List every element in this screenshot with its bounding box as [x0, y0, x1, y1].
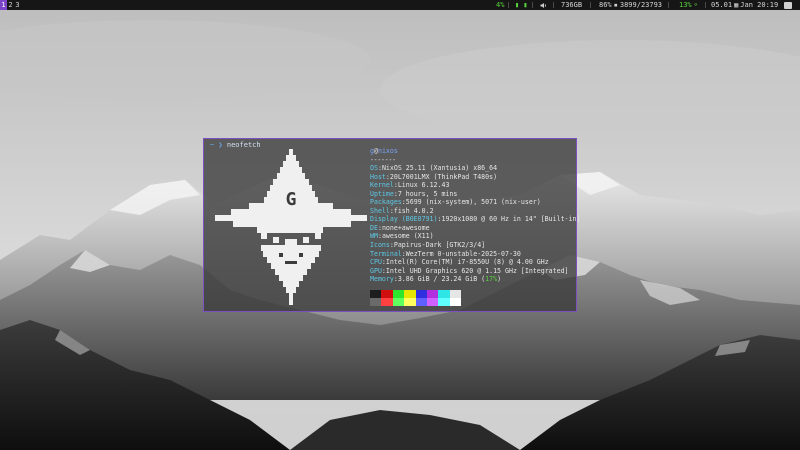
palette-top-swatch-4: [415, 290, 427, 298]
info-value: WezTerm 0-unstable-2025-07-30: [405, 249, 521, 258]
palette-top-swatch-0: [370, 290, 382, 298]
info-display: Display (B0E0791):1920x1080 @ 60 Hz in 1…: [370, 215, 580, 224]
info-value: 5699 (nix-system), 5071 (nix-user): [405, 198, 541, 207]
info-key: Packages: [370, 198, 402, 207]
info-value: awesome (X11): [381, 232, 434, 241]
info-value: 3.86 GiB / 23.24 GiB (: [397, 275, 486, 284]
info-icons: Icons:Papirus-Dark [GTK2/3/4]: [370, 241, 486, 250]
info-value: Papirus-Dark [GTK2/3/4]: [393, 241, 486, 250]
info-cpu: CPU:Intel(R) Core(TM) i7-8550U (8) @ 4.0…: [370, 258, 549, 267]
info-value: :1920x1080 @ 60 Hz in 14" [Built-in]: [437, 215, 581, 224]
system-info: g@nixos ------- OS:NixOS 25.11 (Xantusia…: [370, 147, 580, 284]
top-panel: 1 2 3 4% ▮ ▮ 736GB 86% ▪ 3899/23793 13% …: [0, 0, 800, 10]
color-palette-top: [370, 290, 462, 298]
info-value: none+awesome: [381, 223, 430, 232]
calendar-icon: ▦: [734, 1, 739, 9]
info-value: 7 hours, 5 mins: [397, 189, 458, 198]
neofetch-logo: G: [215, 149, 367, 305]
palette-bottom-swatch-0: [370, 298, 382, 306]
cpu-widget[interactable]: 4%: [496, 0, 504, 10]
wifi-widget[interactable]: 13% ⌔: [679, 0, 698, 10]
color-palette-bottom: [370, 298, 462, 306]
palette-bottom-swatch-5: [426, 298, 439, 306]
info-key: Terminal: [370, 249, 402, 258]
info-key: CPU: [370, 258, 382, 267]
info-key: Display: [370, 215, 398, 224]
info-packages: Packages:5699 (nix-system), 5071 (nix-us…: [370, 198, 541, 207]
logo-letter: G: [286, 189, 297, 210]
palette-top-swatch-3: [404, 290, 416, 298]
volume-widget[interactable]: [540, 0, 547, 10]
palette-top-swatch-2: [392, 290, 405, 298]
info-wm: WM:awesome (X11): [370, 232, 434, 241]
info-value: Intel(R) Core(TM) i7-8550U (8) @ 4.00 GH…: [385, 258, 549, 267]
wifi-percent: 13%: [679, 1, 692, 9]
info-de: DE:none+awesome: [370, 223, 430, 232]
info-key: GPU: [370, 266, 382, 275]
palette-top-swatch-1: [381, 290, 393, 298]
separator-line: -------: [370, 155, 396, 164]
terminal-window[interactable]: ~ ❯ neofetch G g@nixos ------- OS:NixOS …: [203, 138, 580, 312]
info-value: Intel UHD Graphics 620 @ 1.15 GHz [Integ…: [385, 266, 569, 275]
info-value: fish 4.0.2: [393, 206, 434, 215]
palette-bottom-swatch-2: [392, 298, 405, 306]
palette-bottom-swatch-7: [449, 298, 462, 306]
info-kernel: Kernel:Linux 6.12.43: [370, 181, 450, 190]
info-value: NixOS 25.11 (Xantusia) x86_64: [381, 164, 498, 173]
info-host: Host:20L7001LMX (ThinkPad T480s): [370, 172, 498, 181]
clock-time: Jan 20:19: [740, 1, 779, 9]
palette-bottom-swatch-3: [404, 298, 416, 306]
ram-value: 736GB: [561, 1, 583, 9]
info-os: OS:NixOS 25.11 (Xantusia) x86_64: [370, 164, 498, 173]
status-widgets: 4% ▮ ▮ 736GB 86% ▪ 3899/23793 13% ⌔ 05.0…: [0, 0, 800, 10]
info-uptime: Uptime:7 hours, 5 mins: [370, 189, 458, 198]
memory-percent: 17%: [485, 275, 498, 284]
info-key: Memory: [370, 275, 394, 284]
clock-widget[interactable]: 05.01 ▦ Jan 20:19: [711, 0, 778, 10]
info-key: Host: [370, 172, 386, 181]
disk-percent: 86%: [599, 1, 612, 9]
info-shell: Shell:fish 4.0.2: [370, 206, 434, 215]
info-terminal: Terminal:WezTerm 0-unstable-2025-07-30: [370, 249, 521, 258]
palette-top-swatch-5: [426, 290, 439, 298]
disk-usage: 3899/23793: [619, 1, 663, 9]
battery-widget[interactable]: ▮ ▮: [515, 0, 528, 10]
info-value-tail: ): [497, 275, 502, 284]
info-key: Uptime: [370, 189, 394, 198]
info-value-highlight: (B0E0791): [397, 215, 438, 224]
palette-bottom-swatch-4: [415, 298, 427, 306]
info-key: DE: [370, 223, 378, 232]
palette-bottom-swatch-1: [381, 298, 393, 306]
info-key: OS: [370, 164, 378, 173]
info-key: Icons: [370, 241, 390, 250]
ram-widget[interactable]: 736GB: [561, 0, 582, 10]
host-name: nixos: [377, 147, 398, 155]
cpu-value: 4%: [496, 1, 505, 9]
palette-bottom-swatch-6: [438, 298, 450, 306]
info-key: Kernel: [370, 181, 394, 190]
info-key: Shell: [370, 206, 390, 215]
info-key: WM: [370, 232, 378, 241]
wifi-icon: ⌔: [693, 1, 698, 9]
info-memory: Memory:3.86 GiB / 23.24 GiB (17%): [370, 275, 502, 284]
palette-top-swatch-7: [449, 290, 462, 298]
palette-top-swatch-6: [438, 290, 450, 298]
disk-widget[interactable]: 86% ▪ 3899/23793: [599, 0, 662, 10]
power-widget[interactable]: [784, 0, 792, 10]
user-host-line: g@nixos: [370, 147, 575, 156]
menu-icon: [784, 1, 792, 9]
speaker-icon: [540, 2, 546, 8]
info-value: 20L7001LMX (ThinkPad T480s): [389, 172, 498, 181]
battery-bars: ▮ ▮: [515, 1, 528, 9]
info-value: Linux 6.12.43: [397, 181, 450, 190]
clock-date: 05.01: [711, 1, 733, 9]
disk-icon: ▪: [613, 1, 618, 9]
info-gpu: GPU:Intel UHD Graphics 620 @ 1.15 GHz [I…: [370, 266, 569, 275]
